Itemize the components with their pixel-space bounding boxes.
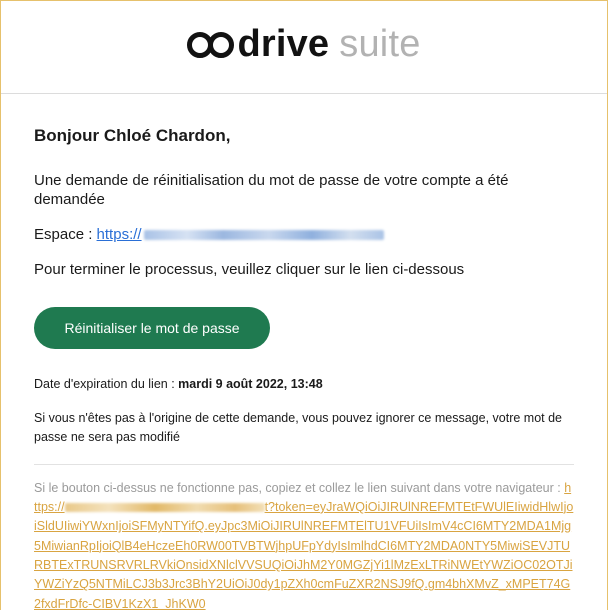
- space-link-prefix: https://: [96, 225, 142, 243]
- redacted-link-part: [64, 503, 265, 513]
- space-label: Espace :: [34, 225, 97, 243]
- fallback-instruction: Si le bouton ci-dessus ne fonctionne pas…: [34, 480, 565, 495]
- instruction-text: Pour terminer le processus, veuillez cli…: [34, 260, 465, 278]
- logo-suite-text: suite: [339, 23, 421, 65]
- oodrive-logo-mark-icon: [187, 29, 235, 59]
- fallback-text: Si le bouton ci-dessus ne fonctionne pas…: [34, 479, 574, 610]
- email-header: drive suite: [1, 1, 607, 94]
- fallback-link[interactable]: https://t?token=eyJraWQiOiJIRUlNREFMTEtF…: [34, 481, 573, 610]
- divider: [34, 463, 574, 465]
- reset-password-button[interactable]: Réinitialiser le mot de passe: [34, 307, 270, 350]
- redacted-url: [143, 229, 384, 240]
- space-line: Espace : https://: [34, 226, 574, 245]
- email-body: Bonjour Chloé Chardon, Une demande de ré…: [1, 126, 607, 610]
- oodrive-logo: drive suite: [187, 25, 420, 63]
- email-frame: drive suite Bonjour Chloé Chardon, Une d…: [0, 0, 608, 610]
- request-text: Une demande de réinitialisation du mot d…: [34, 172, 509, 209]
- logo-brand-text: drive: [237, 23, 330, 65]
- greeting: Bonjour Chloé Chardon,: [34, 126, 231, 145]
- expiry-label: Date d'expiration du lien :: [34, 377, 179, 392]
- fallback-link-token: t?token=eyJraWQiOiJIRUlNREFMTEtFWUlEIiwi…: [34, 499, 574, 610]
- expiry-date: mardi 9 août 2022, 13:48: [178, 377, 323, 392]
- expiry-line: Date d'expiration du lien : mardi 9 août…: [34, 375, 574, 394]
- space-link[interactable]: https://: [97, 226, 384, 243]
- ignore-text: Si vous n'êtes pas à l'origine de cette …: [34, 410, 562, 445]
